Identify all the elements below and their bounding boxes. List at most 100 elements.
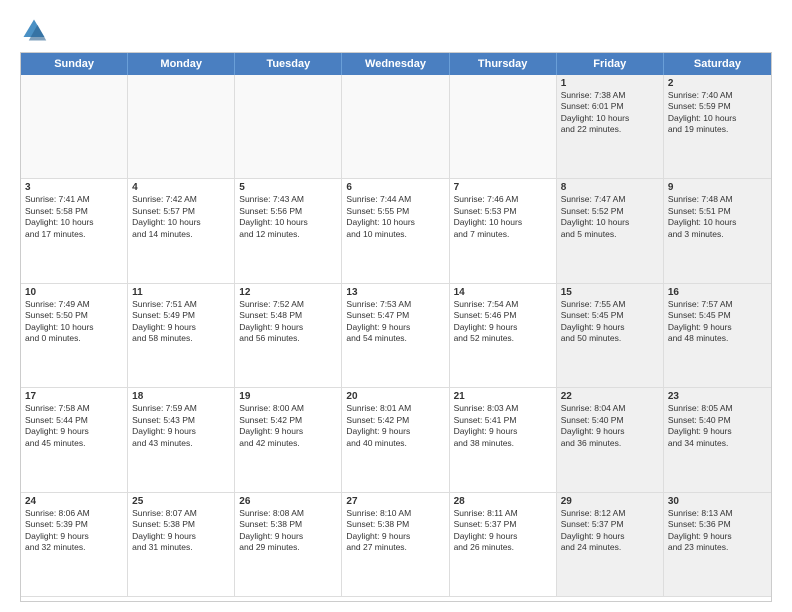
cal-cell-day-28: 28Sunrise: 8:11 AM Sunset: 5:37 PM Dayli… xyxy=(450,493,557,597)
day-number: 27 xyxy=(346,496,444,507)
day-number: 2 xyxy=(668,78,767,89)
day-number: 11 xyxy=(132,287,230,298)
cal-cell-day-10: 10Sunrise: 7:49 AM Sunset: 5:50 PM Dayli… xyxy=(21,284,128,388)
cell-info: Sunrise: 8:03 AM Sunset: 5:41 PM Dayligh… xyxy=(454,403,552,449)
cell-info: Sunrise: 8:13 AM Sunset: 5:36 PM Dayligh… xyxy=(668,508,767,554)
day-number: 1 xyxy=(561,78,659,89)
cell-info: Sunrise: 8:07 AM Sunset: 5:38 PM Dayligh… xyxy=(132,508,230,554)
cell-info: Sunrise: 7:53 AM Sunset: 5:47 PM Dayligh… xyxy=(346,299,444,345)
cell-info: Sunrise: 7:57 AM Sunset: 5:45 PM Dayligh… xyxy=(668,299,767,345)
header-day-tuesday: Tuesday xyxy=(235,53,342,75)
cell-info: Sunrise: 7:54 AM Sunset: 5:46 PM Dayligh… xyxy=(454,299,552,345)
header xyxy=(20,16,772,44)
day-number: 3 xyxy=(25,182,123,193)
header-day-saturday: Saturday xyxy=(664,53,771,75)
day-number: 25 xyxy=(132,496,230,507)
day-number: 9 xyxy=(668,182,767,193)
cell-info: Sunrise: 7:43 AM Sunset: 5:56 PM Dayligh… xyxy=(239,194,337,240)
cal-cell-day-16: 16Sunrise: 7:57 AM Sunset: 5:45 PM Dayli… xyxy=(664,284,771,388)
day-number: 13 xyxy=(346,287,444,298)
cell-info: Sunrise: 8:12 AM Sunset: 5:37 PM Dayligh… xyxy=(561,508,659,554)
cell-info: Sunrise: 7:49 AM Sunset: 5:50 PM Dayligh… xyxy=(25,299,123,345)
cal-cell-empty-3 xyxy=(342,75,449,179)
cell-info: Sunrise: 7:42 AM Sunset: 5:57 PM Dayligh… xyxy=(132,194,230,240)
cal-cell-empty-1 xyxy=(128,75,235,179)
day-number: 20 xyxy=(346,391,444,402)
cal-cell-empty-2 xyxy=(235,75,342,179)
day-number: 23 xyxy=(668,391,767,402)
day-number: 30 xyxy=(668,496,767,507)
day-number: 7 xyxy=(454,182,552,193)
header-day-friday: Friday xyxy=(557,53,664,75)
cell-info: Sunrise: 7:44 AM Sunset: 5:55 PM Dayligh… xyxy=(346,194,444,240)
header-day-monday: Monday xyxy=(128,53,235,75)
cal-cell-day-7: 7Sunrise: 7:46 AM Sunset: 5:53 PM Daylig… xyxy=(450,179,557,283)
cal-cell-day-21: 21Sunrise: 8:03 AM Sunset: 5:41 PM Dayli… xyxy=(450,388,557,492)
cal-cell-day-18: 18Sunrise: 7:59 AM Sunset: 5:43 PM Dayli… xyxy=(128,388,235,492)
cal-cell-day-8: 8Sunrise: 7:47 AM Sunset: 5:52 PM Daylig… xyxy=(557,179,664,283)
cal-cell-day-25: 25Sunrise: 8:07 AM Sunset: 5:38 PM Dayli… xyxy=(128,493,235,597)
cal-cell-day-1: 1Sunrise: 7:38 AM Sunset: 6:01 PM Daylig… xyxy=(557,75,664,179)
header-day-wednesday: Wednesday xyxy=(342,53,449,75)
day-number: 6 xyxy=(346,182,444,193)
cal-cell-day-12: 12Sunrise: 7:52 AM Sunset: 5:48 PM Dayli… xyxy=(235,284,342,388)
cal-cell-day-9: 9Sunrise: 7:48 AM Sunset: 5:51 PM Daylig… xyxy=(664,179,771,283)
cal-cell-day-5: 5Sunrise: 7:43 AM Sunset: 5:56 PM Daylig… xyxy=(235,179,342,283)
cell-info: Sunrise: 7:59 AM Sunset: 5:43 PM Dayligh… xyxy=(132,403,230,449)
logo-icon xyxy=(20,16,48,44)
cal-cell-day-13: 13Sunrise: 7:53 AM Sunset: 5:47 PM Dayli… xyxy=(342,284,449,388)
cell-info: Sunrise: 8:06 AM Sunset: 5:39 PM Dayligh… xyxy=(25,508,123,554)
day-number: 18 xyxy=(132,391,230,402)
header-day-sunday: Sunday xyxy=(21,53,128,75)
cal-cell-empty-4 xyxy=(450,75,557,179)
calendar-header: SundayMondayTuesdayWednesdayThursdayFrid… xyxy=(21,53,771,75)
cell-info: Sunrise: 7:38 AM Sunset: 6:01 PM Dayligh… xyxy=(561,90,659,136)
cal-cell-day-4: 4Sunrise: 7:42 AM Sunset: 5:57 PM Daylig… xyxy=(128,179,235,283)
cell-info: Sunrise: 7:58 AM Sunset: 5:44 PM Dayligh… xyxy=(25,403,123,449)
cal-cell-day-20: 20Sunrise: 8:01 AM Sunset: 5:42 PM Dayli… xyxy=(342,388,449,492)
cell-info: Sunrise: 7:46 AM Sunset: 5:53 PM Dayligh… xyxy=(454,194,552,240)
cal-cell-day-23: 23Sunrise: 8:05 AM Sunset: 5:40 PM Dayli… xyxy=(664,388,771,492)
cal-cell-day-19: 19Sunrise: 8:00 AM Sunset: 5:42 PM Dayli… xyxy=(235,388,342,492)
cal-cell-day-11: 11Sunrise: 7:51 AM Sunset: 5:49 PM Dayli… xyxy=(128,284,235,388)
page: SundayMondayTuesdayWednesdayThursdayFrid… xyxy=(0,0,792,612)
cell-info: Sunrise: 7:52 AM Sunset: 5:48 PM Dayligh… xyxy=(239,299,337,345)
day-number: 17 xyxy=(25,391,123,402)
day-number: 14 xyxy=(454,287,552,298)
day-number: 28 xyxy=(454,496,552,507)
day-number: 8 xyxy=(561,182,659,193)
cell-info: Sunrise: 7:51 AM Sunset: 5:49 PM Dayligh… xyxy=(132,299,230,345)
cal-cell-day-26: 26Sunrise: 8:08 AM Sunset: 5:38 PM Dayli… xyxy=(235,493,342,597)
cell-info: Sunrise: 7:47 AM Sunset: 5:52 PM Dayligh… xyxy=(561,194,659,240)
logo xyxy=(20,16,52,44)
cal-cell-day-2: 2Sunrise: 7:40 AM Sunset: 5:59 PM Daylig… xyxy=(664,75,771,179)
cell-info: Sunrise: 8:11 AM Sunset: 5:37 PM Dayligh… xyxy=(454,508,552,554)
day-number: 19 xyxy=(239,391,337,402)
day-number: 26 xyxy=(239,496,337,507)
cal-cell-day-14: 14Sunrise: 7:54 AM Sunset: 5:46 PM Dayli… xyxy=(450,284,557,388)
day-number: 22 xyxy=(561,391,659,402)
day-number: 12 xyxy=(239,287,337,298)
cell-info: Sunrise: 8:08 AM Sunset: 5:38 PM Dayligh… xyxy=(239,508,337,554)
cal-cell-day-27: 27Sunrise: 8:10 AM Sunset: 5:38 PM Dayli… xyxy=(342,493,449,597)
cal-cell-day-30: 30Sunrise: 8:13 AM Sunset: 5:36 PM Dayli… xyxy=(664,493,771,597)
day-number: 4 xyxy=(132,182,230,193)
cell-info: Sunrise: 7:55 AM Sunset: 5:45 PM Dayligh… xyxy=(561,299,659,345)
header-day-thursday: Thursday xyxy=(450,53,557,75)
day-number: 5 xyxy=(239,182,337,193)
day-number: 29 xyxy=(561,496,659,507)
day-number: 24 xyxy=(25,496,123,507)
cell-info: Sunrise: 8:01 AM Sunset: 5:42 PM Dayligh… xyxy=(346,403,444,449)
calendar-body: 1Sunrise: 7:38 AM Sunset: 6:01 PM Daylig… xyxy=(21,75,771,597)
cal-cell-day-17: 17Sunrise: 7:58 AM Sunset: 5:44 PM Dayli… xyxy=(21,388,128,492)
cal-cell-day-29: 29Sunrise: 8:12 AM Sunset: 5:37 PM Dayli… xyxy=(557,493,664,597)
day-number: 10 xyxy=(25,287,123,298)
day-number: 21 xyxy=(454,391,552,402)
cell-info: Sunrise: 7:41 AM Sunset: 5:58 PM Dayligh… xyxy=(25,194,123,240)
cal-cell-day-24: 24Sunrise: 8:06 AM Sunset: 5:39 PM Dayli… xyxy=(21,493,128,597)
day-number: 15 xyxy=(561,287,659,298)
calendar: SundayMondayTuesdayWednesdayThursdayFrid… xyxy=(20,52,772,602)
day-number: 16 xyxy=(668,287,767,298)
cell-info: Sunrise: 8:00 AM Sunset: 5:42 PM Dayligh… xyxy=(239,403,337,449)
cal-cell-day-22: 22Sunrise: 8:04 AM Sunset: 5:40 PM Dayli… xyxy=(557,388,664,492)
